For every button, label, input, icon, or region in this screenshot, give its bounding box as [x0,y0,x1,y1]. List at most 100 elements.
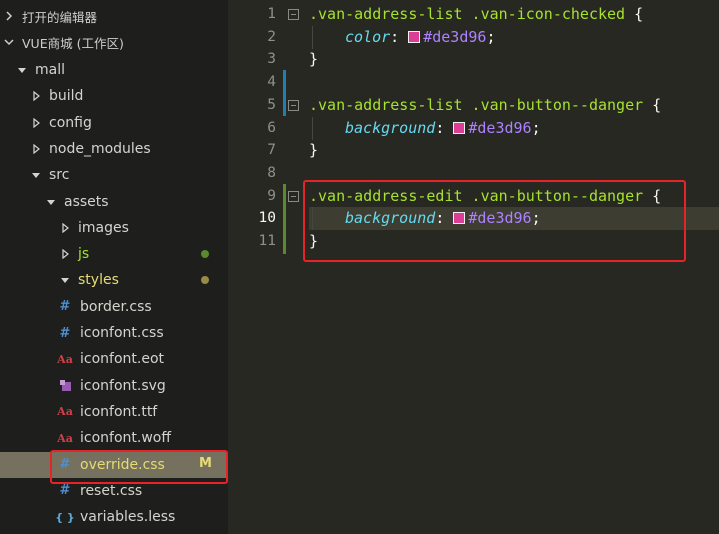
workspace-section[interactable]: VUE商城 (工作区) [0,29,228,55]
tree-item-label: src [49,167,70,184]
tree-folder-node-modules[interactable]: node_modules [0,136,228,162]
tree-item-label: reset.css [80,482,143,499]
colon: : [390,27,409,46]
line-number: 10 [258,210,276,227]
code-line[interactable]: } [309,139,318,162]
tree-item-label: node_modules [49,140,151,157]
tree-item-label: build [49,88,84,105]
close-brace: } [309,141,319,160]
tree-file-iconfont-css[interactable]: # iconfont.css [0,320,228,346]
line-number: 11 [258,233,276,249]
line-number: 8 [267,164,276,181]
tree-folder-js[interactable]: js [0,241,228,267]
hash-icon: # [59,483,71,499]
css-selector: .van-address-list .van-button--danger [309,95,644,114]
open-brace: { [625,5,644,23]
chevron-right-icon[interactable] [29,142,43,156]
line-number: 9 [267,187,276,204]
open-brace: { [643,95,662,114]
colon: : [435,118,454,137]
fold-toggle-icon[interactable] [288,190,299,202]
hash-icon: # [59,299,71,315]
code-line[interactable]: } [309,48,318,71]
tree-item-label: mall [35,62,65,78]
tree-folder-config[interactable]: config [0,110,228,136]
tree-item-label: assets [64,193,109,210]
open-editors-section[interactable]: 打开的编辑器 [0,3,228,29]
chevron-right-icon[interactable] [58,247,72,261]
tree-item-label: border.css [80,298,152,315]
chevron-down-icon [2,35,16,49]
tree-file-variables-less[interactable]: { } variables.less [0,504,228,530]
chevron-right-icon[interactable] [29,116,43,130]
tree-item-label: config [49,114,92,131]
tree-folder-styles[interactable]: styles [0,267,228,293]
braces-icon: { } [55,510,75,524]
close-brace: } [309,50,319,69]
tree-item-label: iconfont.woff [80,430,171,447]
tree-file-iconfont-eot[interactable]: Aa iconfont.eot [0,346,228,372]
indent-guide [312,26,313,49]
code-line[interactable]: background: #de3d96; [345,117,541,140]
tree-folder-images[interactable]: images [0,215,228,241]
code-editor[interactable]: 1 .van-address-list .van-icon-checked {2 c… [228,0,719,534]
line-number: 3 [267,51,276,68]
css-value: #de3d96 [423,27,487,46]
semicolon: ; [531,118,541,137]
tree-file-iconfont-woff[interactable]: Aa iconfont.woff [0,425,228,451]
fold-toggle-icon[interactable] [288,9,299,20]
hash-icon: # [59,325,71,341]
code-line[interactable]: .van-address-list .van-button--danger { [309,94,661,117]
workspace-label: VUE商城 (工作区) [22,35,124,51]
tree-item-label: styles [78,272,119,289]
fold-toggle-icon[interactable] [288,99,299,111]
tree-file-iconfont-svg[interactable]: iconfont.svg [0,373,228,399]
highlight-box-file [50,450,228,484]
line-number: 6 [267,119,276,136]
chevron-down-icon[interactable] [15,63,29,77]
css-property: color [345,27,391,46]
svg-icon [58,379,72,393]
highlight-box-code [303,180,686,262]
tree-folder-mall[interactable]: mall [0,57,228,83]
tree-item-label: iconfont.svg [80,377,166,394]
tree-folder-src[interactable]: src [0,162,228,188]
tree-item-label: iconfont.ttf [80,403,158,420]
font-icon: Aa [57,405,73,419]
tree-folder-assets[interactable]: assets [0,189,228,215]
tree-item-label: images [78,219,129,236]
font-icon: Aa [57,352,73,366]
css-value: #de3d96 [468,118,532,137]
code-line[interactable]: color: #de3d96; [345,26,495,49]
code-line[interactable]: .van-address-list .van-icon-checked { [309,3,643,26]
line-number: 5 [267,96,276,113]
git-status-dot [201,276,209,285]
chevron-down-icon[interactable] [44,195,58,209]
git-modified-bar [283,70,286,116]
tree-item-label: variables.less [80,509,176,526]
chevron-right-icon[interactable] [29,89,43,103]
tree-file-iconfont-ttf[interactable]: Aa iconfont.ttf [0,399,228,425]
color-swatch-icon[interactable] [408,30,421,43]
indent-guide [312,117,313,140]
tree-folder-build[interactable]: build [0,83,228,109]
line-number: 2 [267,28,276,45]
chevron-right-icon[interactable] [58,221,72,235]
line-number: 1 [267,6,276,22]
semicolon: ; [486,27,496,46]
font-icon: Aa [57,431,73,445]
css-selector: .van-address-list .van-icon-checked [309,5,626,23]
chevron-right-icon [2,9,16,23]
chevron-down-icon[interactable] [58,273,72,287]
css-property: background [345,118,436,137]
tree-item-label: iconfont.css [80,325,164,341]
tree-item-label: js [78,246,90,263]
line-number: 4 [267,74,276,91]
git-status-dot [201,250,209,259]
tree-file-border-css[interactable]: # border.css [0,294,228,320]
chevron-down-icon[interactable] [29,168,43,182]
tree-item-label: iconfont.eot [80,351,164,368]
line-number: 7 [267,142,276,159]
color-swatch-icon[interactable] [453,121,466,134]
git-added-bar [283,184,286,254]
